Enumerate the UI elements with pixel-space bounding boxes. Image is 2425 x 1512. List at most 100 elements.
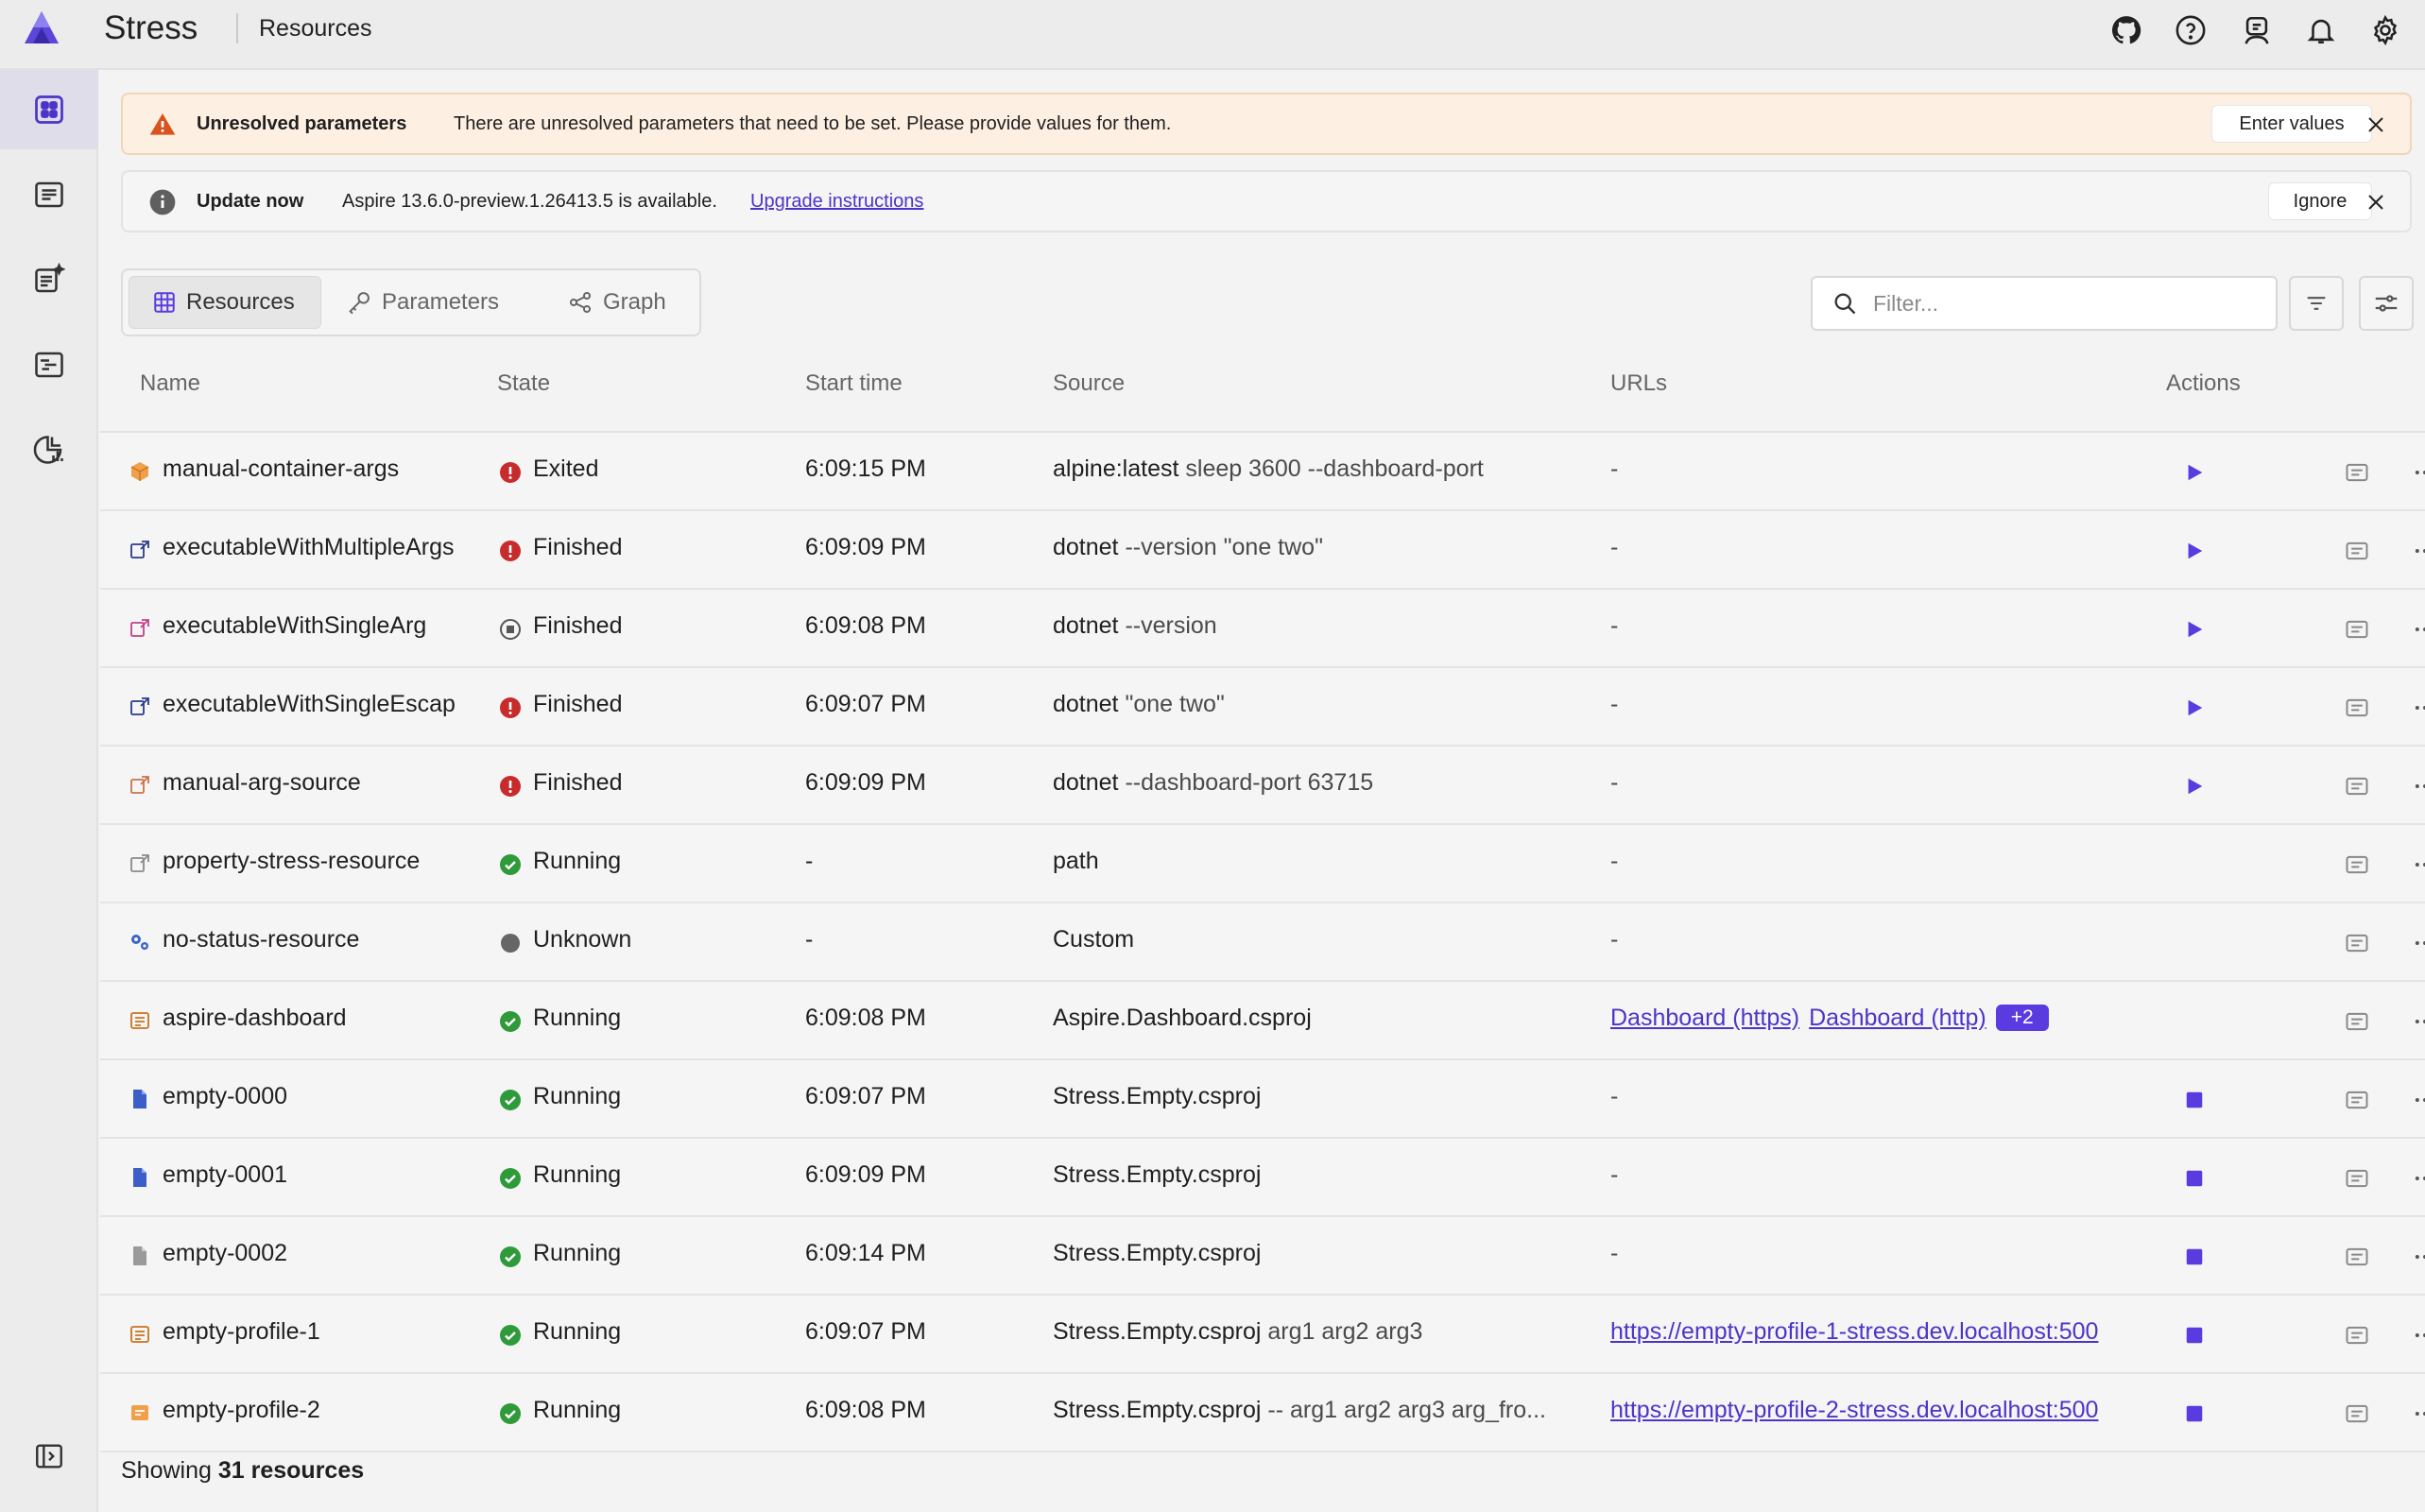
more-actions-button[interactable] xyxy=(2406,1395,2425,1433)
play-icon xyxy=(2188,464,2203,481)
console-logs-button[interactable] xyxy=(2338,454,2376,491)
console-logs-button[interactable] xyxy=(2338,689,2376,727)
settings-icon[interactable] xyxy=(2366,11,2404,49)
resource-urls: - xyxy=(1610,926,2168,954)
collapse-panel-button[interactable] xyxy=(0,1421,98,1491)
filter-options-button[interactable] xyxy=(2289,276,2344,331)
filter-input[interactable] xyxy=(1873,290,2270,317)
console-logs-button[interactable] xyxy=(2338,846,2376,884)
more-actions-button[interactable] xyxy=(2406,532,2425,570)
more-actions-button[interactable] xyxy=(2406,1160,2425,1197)
more-actions-button[interactable] xyxy=(2406,1003,2425,1040)
help-icon[interactable] xyxy=(2172,11,2210,49)
resource-source: Stress.Empty.csproj xyxy=(1053,1240,1582,1267)
aspire-logo-icon[interactable] xyxy=(21,8,62,49)
app-title[interactable]: Stress xyxy=(104,9,198,47)
stop-resource-button[interactable] xyxy=(2176,1395,2213,1433)
console-logs-button[interactable] xyxy=(2338,1160,2376,1197)
url-empty: - xyxy=(1610,1083,1619,1109)
more-actions-button[interactable] xyxy=(2406,846,2425,884)
table-row[interactable]: manual-arg-source Finished 6:09:09 PM dotne… xyxy=(100,747,2425,825)
console-logs-button[interactable] xyxy=(2338,610,2376,648)
console-logs-button[interactable] xyxy=(2338,1003,2376,1040)
resource-url-link[interactable]: https://empty-profile-2-stress.dev.local… xyxy=(1610,1397,2098,1423)
more-actions-button[interactable] xyxy=(2406,689,2425,727)
more-actions-button[interactable] xyxy=(2406,454,2425,491)
source-main: alpine:latest xyxy=(1053,455,1179,482)
start-resource-button[interactable] xyxy=(2176,454,2213,491)
column-header-start-time[interactable]: Start time xyxy=(805,370,903,397)
user-icon[interactable] xyxy=(2238,11,2276,49)
ignore-button[interactable]: Ignore xyxy=(2268,182,2372,220)
tab-parameters[interactable]: Parameters xyxy=(346,276,535,329)
enter-values-button[interactable]: Enter values xyxy=(2211,105,2372,143)
start-resource-button[interactable] xyxy=(2176,610,2213,648)
github-icon[interactable] xyxy=(2107,11,2145,49)
unresolved-parameters-banner: Unresolved parameters There are unresolv… xyxy=(121,93,2412,155)
more-actions-button[interactable] xyxy=(2406,767,2425,805)
more-actions-button[interactable] xyxy=(2406,610,2425,648)
more-actions-button[interactable] xyxy=(2406,1316,2425,1354)
url-empty: - xyxy=(1610,1161,1619,1188)
view-settings-button[interactable] xyxy=(2359,276,2414,331)
stop-resource-button[interactable] xyxy=(2176,1316,2213,1354)
table-row[interactable]: empty-0000 Running 6:09:07 PM Stress.Empty.… xyxy=(100,1060,2425,1139)
console-logs-button[interactable] xyxy=(2338,1238,2376,1276)
console-logs-button[interactable] xyxy=(2338,767,2376,805)
table-row[interactable]: no-status-resource Unknown - Custom - xyxy=(100,903,2425,982)
resource-url-link[interactable]: https://empty-profile-1-stress.dev.local… xyxy=(1610,1318,2098,1345)
console-logs-button[interactable] xyxy=(2338,924,2376,962)
console-logs-button[interactable] xyxy=(2338,1081,2376,1119)
resource-source: dotnet --version "one two" xyxy=(1053,534,1582,561)
table-row[interactable]: empty-0002 Running 6:09:14 PM Stress.Empty.… xyxy=(100,1217,2425,1296)
column-header-state[interactable]: State xyxy=(497,370,550,397)
more-actions-button[interactable] xyxy=(2406,1081,2425,1119)
start-resource-button[interactable] xyxy=(2176,767,2213,805)
navigation-rail xyxy=(0,70,98,1512)
column-header-source[interactable]: Source xyxy=(1053,370,1125,397)
gears-resource-icon xyxy=(129,931,151,954)
stop-resource-button[interactable] xyxy=(2176,1160,2213,1197)
more-actions-button[interactable] xyxy=(2406,924,2425,962)
source-main: Stress.Empty.csproj xyxy=(1053,1161,1262,1188)
table-row[interactable]: empty-0001 Running 6:09:09 PM Stress.Empty.… xyxy=(100,1139,2425,1217)
nav-metrics[interactable] xyxy=(0,410,98,490)
unknown-status-icon xyxy=(499,932,522,954)
start-resource-button[interactable] xyxy=(2176,532,2213,570)
upgrade-instructions-link[interactable]: Upgrade instructions xyxy=(750,191,923,213)
console-logs-button[interactable] xyxy=(2338,1395,2376,1433)
tab-resources[interactable]: Resources xyxy=(129,276,321,329)
table-row[interactable]: executableWithSingleEscap Finished 6:09:07… xyxy=(100,668,2425,747)
tab-graph[interactable]: Graph xyxy=(567,276,690,329)
bell-icon[interactable] xyxy=(2302,11,2340,49)
column-header-name[interactable]: Name xyxy=(140,370,200,397)
more-actions-button[interactable] xyxy=(2406,1238,2425,1276)
table-row[interactable]: executableWithMultipleArgs Finished 6:09:0… xyxy=(100,511,2425,590)
resource-url-link[interactable]: Dashboard (http) xyxy=(1809,1005,1986,1031)
start-resource-button[interactable] xyxy=(2176,689,2213,727)
nav-console-logs[interactable] xyxy=(0,155,98,234)
close-icon[interactable] xyxy=(2359,185,2393,219)
nav-traces[interactable] xyxy=(0,325,98,404)
table-row[interactable]: aspire-dashboard Running 6:09:08 PM Aspire.… xyxy=(100,982,2425,1060)
table-row[interactable]: executableWithSingleArg Finished 6:09:08 P… xyxy=(100,590,2425,668)
stop-resource-button[interactable] xyxy=(2176,1081,2213,1119)
table-row[interactable]: empty-profile-1 Running 6:09:07 PM Stress.E… xyxy=(100,1296,2425,1374)
nav-resources[interactable] xyxy=(0,70,98,149)
resource-state: Running xyxy=(533,1240,622,1266)
console-logs-button[interactable] xyxy=(2338,1316,2376,1354)
close-icon[interactable] xyxy=(2359,108,2393,142)
table-row[interactable]: property-stress-resource Running - path - xyxy=(100,825,2425,903)
console-logs-button[interactable] xyxy=(2338,532,2376,570)
table-row[interactable]: manual-container-args Exited 6:09:15 PM alp… xyxy=(100,433,2425,511)
running-check-icon xyxy=(499,853,522,876)
stopped-icon xyxy=(499,618,522,641)
stop-resource-button[interactable] xyxy=(2176,1238,2213,1276)
nav-structured-logs[interactable] xyxy=(0,240,98,319)
source-args: --version "one two" xyxy=(1118,534,1323,560)
ellipsis-icon xyxy=(2415,1412,2425,1416)
table-row[interactable]: empty-profile-2 Running 6:09:08 PM Stress.E… xyxy=(100,1374,2425,1452)
resource-url-link[interactable]: Dashboard (https) xyxy=(1610,1005,1799,1031)
more-urls-badge[interactable]: +2 xyxy=(1995,1005,2049,1031)
column-header-urls[interactable]: URLs xyxy=(1610,370,1667,397)
